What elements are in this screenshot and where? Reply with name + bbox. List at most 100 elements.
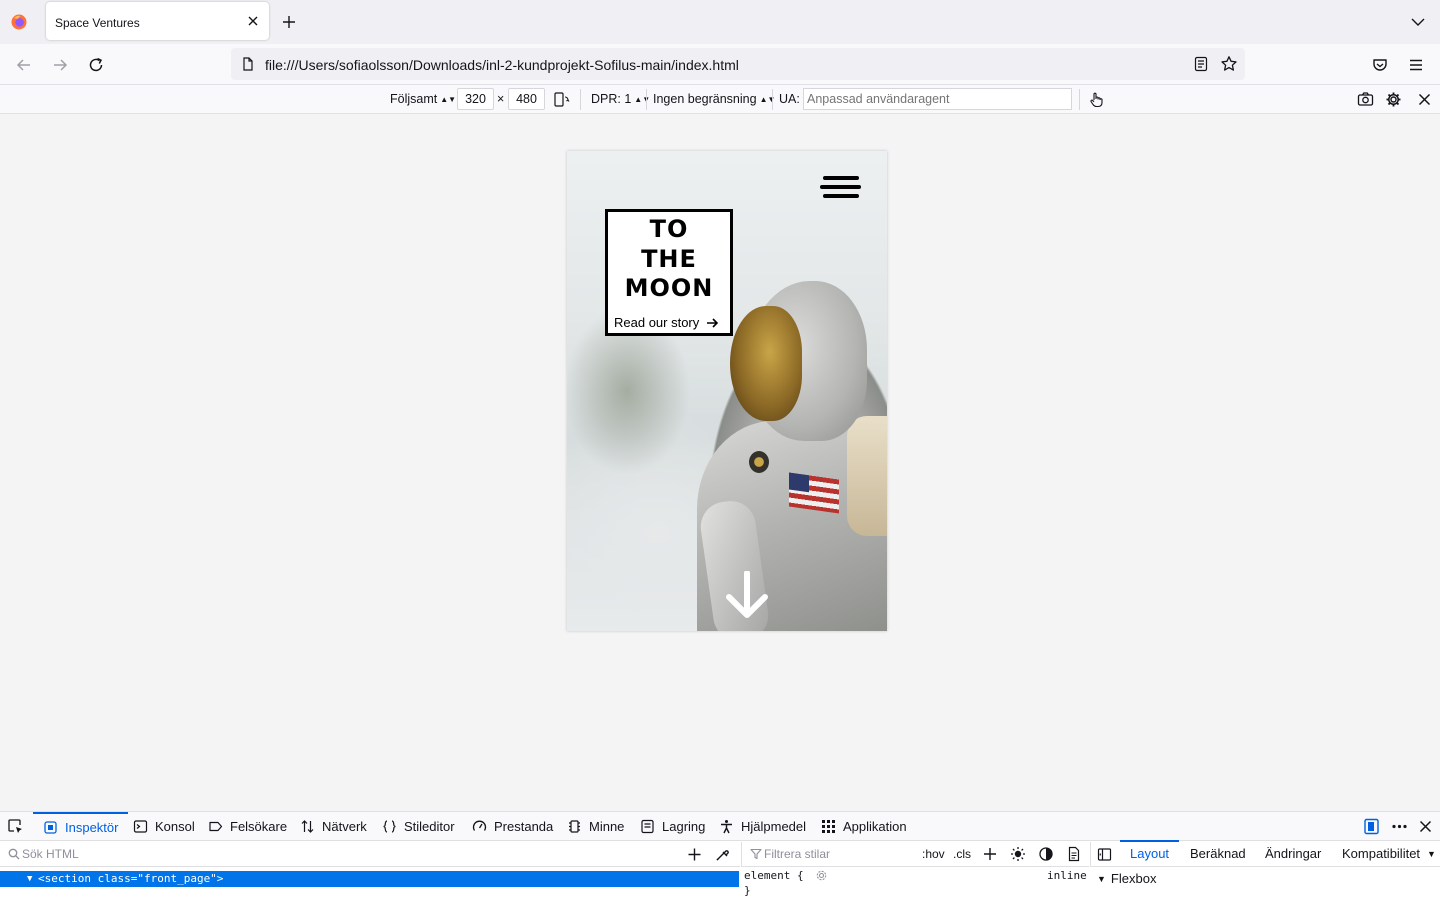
- more-options-icon[interactable]: [1391, 818, 1408, 835]
- rotate-device-icon[interactable]: [553, 91, 570, 108]
- ua-label: UA:: [779, 92, 800, 106]
- browser-tab[interactable]: Space Ventures: [46, 2, 269, 40]
- search-html-input[interactable]: Sök HTML: [22, 847, 79, 861]
- hamburger-menu-button[interactable]: [820, 176, 861, 202]
- toggle-sidebar-icon[interactable]: [1097, 847, 1112, 862]
- url-text[interactable]: file:///Users/sofiaolsson/Downloads/inl-…: [265, 57, 739, 73]
- rule-gear-icon[interactable]: [815, 869, 828, 882]
- dark-scheme-contrast-icon[interactable]: [1038, 846, 1054, 862]
- read-our-story-link[interactable]: Read our story: [614, 315, 719, 330]
- tab-storage[interactable]: Lagring: [640, 812, 705, 841]
- firefox-logo-icon: [11, 14, 27, 30]
- print-media-document-icon[interactable]: [1066, 846, 1082, 862]
- tab-inspector[interactable]: Inspektör: [33, 812, 129, 841]
- tab-layout[interactable]: Layout: [1119, 840, 1180, 861]
- tab-performance[interactable]: Prestanda: [472, 812, 553, 841]
- close-icon[interactable]: [1416, 91, 1433, 108]
- html-search-bar: Sök HTML: [0, 842, 740, 867]
- flexbox-section-header[interactable]: ▼ Flexbox: [1097, 871, 1156, 886]
- tab-application[interactable]: Applikation: [821, 812, 907, 841]
- separator: [580, 89, 581, 110]
- light-scheme-sun-icon[interactable]: [1010, 846, 1026, 862]
- select-caret-icon: ▲▼: [759, 95, 776, 104]
- screenshot-camera-icon[interactable]: [1357, 91, 1374, 108]
- responsive-viewport: TO THE MOON Read our story: [567, 151, 887, 631]
- menu-bar: [823, 194, 859, 198]
- forward-arrow-icon[interactable]: [51, 56, 69, 74]
- responsive-mode-icon[interactable]: [1363, 818, 1380, 835]
- hero-title-line: TO: [649, 215, 689, 243]
- hamburger-menu-icon[interactable]: [1407, 56, 1425, 74]
- separator: [646, 89, 647, 110]
- separator: [772, 89, 773, 110]
- element-picker-icon[interactable]: [7, 818, 24, 835]
- storage-icon: [641, 819, 654, 834]
- close-icon[interactable]: [245, 13, 261, 29]
- user-agent-input[interactable]: [803, 88, 1072, 110]
- sidebar-tabs: Layout Beräknad Ändringar Kompatibilitet…: [1090, 840, 1440, 867]
- viewport-height-input[interactable]: 480: [508, 88, 545, 110]
- new-tab-plus-icon[interactable]: [281, 14, 297, 30]
- tab-style-editor[interactable]: Stileditor: [382, 812, 455, 841]
- tab-computed[interactable]: Beräknad: [1190, 846, 1246, 861]
- dimension-times: ×: [497, 92, 505, 106]
- tab-network[interactable]: Nätverk: [300, 812, 367, 841]
- class-toggle[interactable]: .cls: [953, 847, 971, 861]
- hover-pseudo-toggle[interactable]: :hov: [922, 847, 945, 861]
- filter-styles-input[interactable]: Filtrera stilar: [764, 847, 830, 861]
- responsive-design-toolbar: Följsamt ▲▼ 320 × 480 DPR: 1 ▲▼ Ingen begr…: [0, 85, 1440, 114]
- chevron-down-icon[interactable]: [1410, 14, 1426, 30]
- node-markup: <section class="front_page">: [38, 872, 224, 885]
- style-editor-icon: [383, 820, 396, 833]
- hero-title-line: MOON: [624, 274, 714, 302]
- tab-changes[interactable]: Ändringar: [1265, 846, 1321, 861]
- expand-triangle-icon[interactable]: ▼: [27, 871, 32, 887]
- settings-gear-icon[interactable]: [1385, 91, 1402, 108]
- throttling-label: Ingen begränsning: [653, 92, 757, 106]
- tab-label: Konsol: [155, 819, 195, 834]
- reader-view-icon[interactable]: [1193, 56, 1209, 72]
- application-grid-icon: [822, 820, 835, 833]
- mission-patch: [749, 451, 769, 473]
- device-selector-label: Följsamt: [390, 92, 438, 106]
- eyedropper-icon[interactable]: [715, 847, 730, 862]
- tab-accessibility[interactable]: Hjälpmedel: [719, 812, 806, 841]
- url-bar[interactable]: file:///Users/sofiaolsson/Downloads/inl-…: [231, 48, 1245, 80]
- device-selector[interactable]: Följsamt ▲▼: [390, 92, 456, 106]
- dpr-selector[interactable]: DPR: 1 ▲▼: [591, 92, 650, 106]
- add-rule-plus-icon[interactable]: [983, 847, 997, 861]
- selected-dom-node[interactable]: ▼ <section class="front_page">: [0, 871, 739, 887]
- viewport-width-input[interactable]: 320: [457, 88, 494, 110]
- reload-icon[interactable]: [87, 56, 105, 74]
- rule-source[interactable]: inline: [1047, 869, 1087, 882]
- chevron-down-icon: ▼: [1097, 873, 1106, 884]
- hero-title-line: THE: [641, 244, 697, 273]
- throttling-selector[interactable]: Ingen begränsning ▲▼: [653, 92, 775, 106]
- tab-console[interactable]: Konsol: [133, 812, 195, 841]
- astronaut-visor: [730, 306, 802, 421]
- pocket-icon[interactable]: [1371, 56, 1389, 74]
- close-icon[interactable]: [1417, 818, 1434, 835]
- menu-bar: [823, 176, 859, 180]
- tab-memory[interactable]: Minne: [567, 812, 624, 841]
- back-arrow-icon[interactable]: [15, 56, 33, 74]
- network-icon: [301, 820, 314, 833]
- tab-label: Minne: [589, 819, 625, 834]
- devtools-tabbar: Inspektör Konsol Felsökare Nätverk Stile…: [0, 812, 1440, 841]
- select-caret-icon: ▲▼: [440, 95, 457, 104]
- flag-patch: [789, 472, 839, 514]
- navigation-toolbar: file:///Users/sofiaolsson/Downloads/inl-…: [0, 44, 1440, 85]
- performance-gauge-icon: [472, 820, 487, 831]
- chevron-down-icon[interactable]: ▼: [1427, 849, 1436, 859]
- search-icon: [8, 848, 20, 860]
- bookmark-star-icon[interactable]: [1220, 55, 1238, 73]
- rule-close-brace: }: [744, 884, 751, 897]
- separator: [1079, 89, 1080, 110]
- tab-debugger[interactable]: Felsökare: [208, 812, 287, 841]
- tab-compatibility[interactable]: Kompatibilitet: [1342, 846, 1420, 861]
- add-node-plus-icon[interactable]: [687, 847, 702, 862]
- scroll-down-arrow-icon[interactable]: [725, 571, 769, 619]
- touch-simulation-hand-icon[interactable]: [1088, 91, 1105, 108]
- dpr-label: DPR: 1: [591, 92, 632, 106]
- page-icon: [243, 57, 253, 71]
